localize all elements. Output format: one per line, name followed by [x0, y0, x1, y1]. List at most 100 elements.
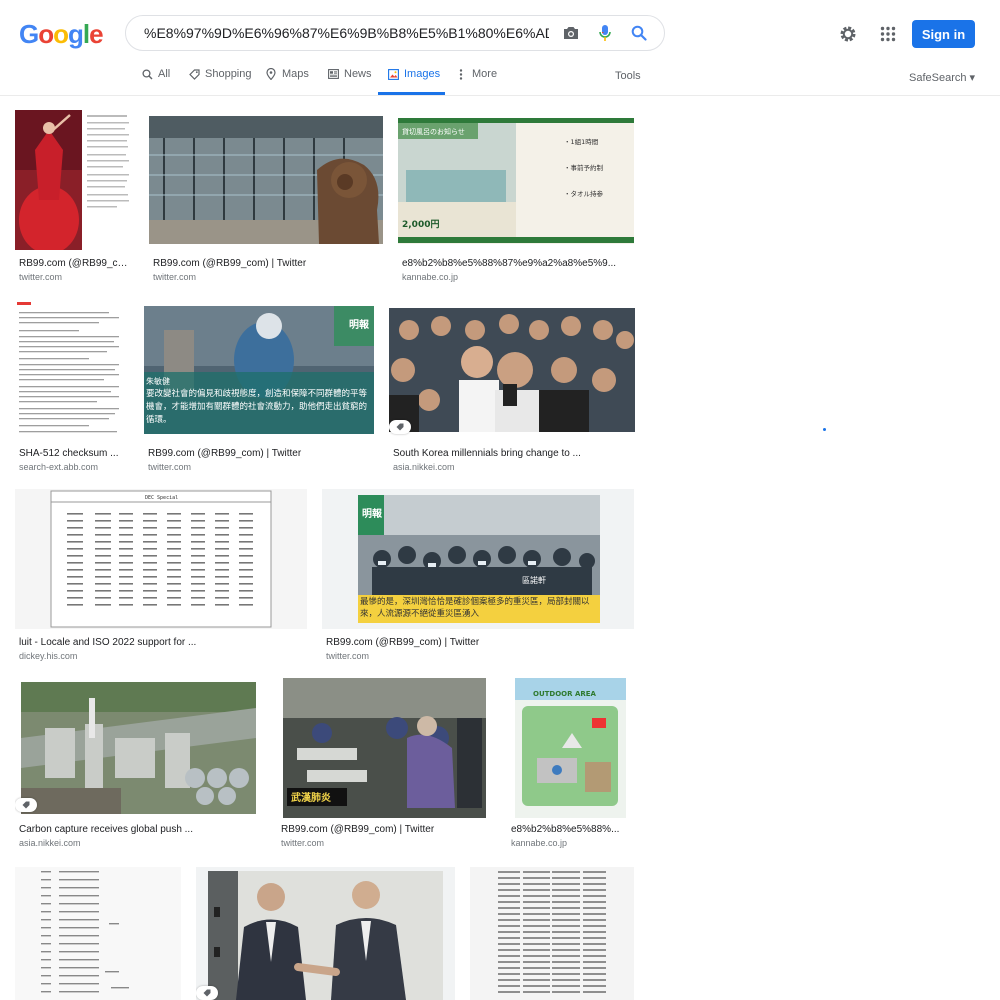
- tag-icon: [396, 423, 404, 431]
- result-title[interactable]: Carbon capture receives global push ...: [19, 824, 258, 835]
- result-title[interactable]: RB99.com (@RB99_com) | Twitter: [281, 824, 488, 835]
- result-thumbnail[interactable]: [149, 110, 383, 250]
- result-thumbnail[interactable]: 武漢肺炎: [277, 678, 492, 818]
- image-result-card[interactable]: SHA-512 checksum ... search-ext.abb.com: [15, 300, 129, 472]
- result-thumbnail[interactable]: [15, 678, 262, 818]
- result-thumbnail[interactable]: OUTDOOR AREA: [507, 678, 634, 818]
- result-thumbnail[interactable]: [15, 867, 181, 1000]
- image-result-card[interactable]: DEC Special luit - Locale and ISO 2022 s…: [15, 489, 307, 661]
- image-result-card[interactable]: South Korea millennials bring change to …: [389, 300, 635, 472]
- tag-badge: [389, 420, 411, 434]
- image-result-card[interactable]: [196, 867, 455, 1000]
- result-domain: twitter.com: [19, 272, 63, 282]
- tab-images[interactable]: Images: [378, 68, 445, 95]
- result-thumbnail[interactable]: [15, 300, 129, 440]
- bath-heading: 貸切風呂のお知らせ: [402, 127, 465, 136]
- result-domain: twitter.com: [281, 838, 325, 848]
- search-bar: [125, 15, 665, 51]
- search-tabs: All Shopping Maps News Images More Tools…: [0, 60, 1000, 96]
- settings-gear-icon[interactable]: [836, 22, 860, 46]
- tab-shopping-label: Shopping: [205, 68, 252, 80]
- result-thumbnail[interactable]: [470, 867, 634, 1000]
- result-domain: kannabe.co.jp: [402, 272, 459, 282]
- result-title[interactable]: SHA-512 checksum ...: [19, 448, 125, 459]
- image-result-card[interactable]: 武漢肺炎 RB99.com (@RB99_com) | Twitter twit…: [277, 678, 492, 850]
- image-result-card[interactable]: RB99.com (@RB99_com) | Twitter twitter.c…: [15, 110, 133, 282]
- newspaper-icon: [327, 68, 339, 80]
- tab-news[interactable]: News: [327, 68, 372, 95]
- map-pin-icon: [265, 68, 277, 80]
- result-domain: twitter.com: [148, 462, 192, 472]
- result-title[interactable]: RB99.com (@RB99_com) | Twitter: [19, 258, 129, 269]
- price-text: 2,000円: [402, 219, 439, 230]
- result-domain: kannabe.co.jp: [511, 838, 568, 848]
- tag-badge: [196, 986, 218, 1000]
- logo-letter: G: [19, 19, 39, 49]
- image-result-card[interactable]: RB99.com (@RB99_com) | Twitter twitter.c…: [149, 110, 383, 282]
- image-result-card[interactable]: 明報 區諾軒 最慘的是，深圳灣恰恰是確診個案極多的重災區，局部封關以來，人流源源…: [322, 489, 634, 661]
- loading-dot: [823, 428, 826, 431]
- caption-text: 武漢肺炎: [291, 791, 331, 804]
- google-logo[interactable]: Google: [19, 19, 104, 50]
- sign-in-button[interactable]: Sign in: [912, 20, 975, 48]
- search-icon[interactable]: [625, 19, 653, 47]
- result-thumbnail[interactable]: [15, 110, 133, 250]
- tab-maps[interactable]: Maps: [265, 68, 309, 95]
- image-icon: [387, 68, 399, 80]
- vertical-dots-icon: [455, 68, 467, 80]
- result-thumbnail[interactable]: [389, 300, 635, 440]
- map-heading: OUTDOOR AREA: [533, 690, 597, 698]
- camera-icon[interactable]: [557, 19, 585, 47]
- tools-button[interactable]: Tools: [615, 70, 641, 82]
- tab-news-label: News: [344, 68, 372, 80]
- logo-letter: g: [68, 19, 84, 49]
- tab-more-label: More: [472, 68, 498, 80]
- tag-icon: [203, 989, 211, 997]
- result-thumbnail[interactable]: DEC Special: [15, 489, 307, 629]
- result-domain: twitter.com: [326, 651, 370, 661]
- tab-shopping[interactable]: Shopping: [188, 68, 252, 95]
- result-title[interactable]: RB99.com (@RB99_com) | Twitter: [148, 448, 370, 459]
- search-input[interactable]: [142, 24, 551, 42]
- bath-line: ・1組1時間: [564, 137, 598, 146]
- result-title[interactable]: e8%b2%b8%e5%88%...: [511, 824, 630, 835]
- result-thumbnail[interactable]: [196, 867, 455, 1000]
- image-result-card[interactable]: 貸切風呂のお知らせ 2,000円 ・1組1時間 ・事前予約制 ・タオル持参 e8…: [398, 110, 634, 282]
- bath-line: ・事前予約制: [564, 163, 604, 172]
- image-result-card[interactable]: OUTDOOR AREA e8%b2%b8%e5%88%... kannabe.…: [507, 678, 634, 850]
- bath-line: ・タオル持参: [564, 189, 604, 198]
- logo-letter: o: [53, 19, 69, 49]
- image-result-card[interactable]: [470, 867, 634, 1000]
- speaker-name: 區諾軒: [522, 575, 546, 585]
- image-result-card[interactable]: 明報 朱敏健 要改變社會的偏見和歧視態度，創造和保障不同群體的平等機會，才能增加…: [144, 300, 374, 472]
- tag-badge: [15, 798, 37, 812]
- tab-all[interactable]: All: [141, 68, 170, 95]
- image-result-card[interactable]: Carbon capture receives global push ... …: [15, 678, 262, 850]
- apps-grid-icon[interactable]: [876, 22, 900, 46]
- result-thumbnail[interactable]: 貸切風呂のお知らせ 2,000円 ・1組1時間 ・事前予約制 ・タオル持参: [398, 110, 634, 250]
- safesearch-menu[interactable]: SafeSearch ▾: [909, 71, 975, 84]
- ming-pao-label: 明報: [362, 507, 383, 520]
- result-title[interactable]: RB99.com (@RB99_com) | Twitter: [153, 258, 379, 269]
- microphone-icon[interactable]: [591, 19, 619, 47]
- tab-maps-label: Maps: [282, 68, 309, 80]
- tab-all-label: All: [158, 68, 171, 80]
- result-title[interactable]: RB99.com (@RB99_com) | Twitter: [326, 637, 630, 648]
- table-title: DEC Special: [145, 495, 178, 501]
- result-domain: asia.nikkei.com: [393, 462, 455, 472]
- result-thumbnail[interactable]: 明報 朱敏健 要改變社會的偏見和歧視態度，創造和保障不同群體的平等機會，才能增加…: [144, 300, 374, 440]
- result-title[interactable]: luit - Locale and ISO 2022 support for .…: [19, 637, 303, 648]
- logo-letter: o: [38, 19, 54, 49]
- logo-letter: e: [89, 19, 104, 49]
- image-result-card[interactable]: [15, 867, 181, 1000]
- speaker-name: 朱敏健: [146, 376, 170, 386]
- tab-images-label: Images: [404, 68, 441, 80]
- result-domain: dickey.his.com: [19, 651, 78, 661]
- result-domain: search-ext.abb.com: [19, 462, 99, 472]
- search-icon: [141, 68, 153, 80]
- result-thumbnail[interactable]: 明報 區諾軒 最慘的是，深圳灣恰恰是確診個案極多的重災區，局部封關以來，人流源源…: [322, 489, 634, 629]
- result-title[interactable]: e8%b2%b8%e5%88%87%e9%a2%a8%e5%9...: [402, 258, 630, 269]
- tag-icon: [22, 801, 30, 809]
- result-title[interactable]: South Korea millennials bring change to …: [393, 448, 631, 459]
- tab-more[interactable]: More: [455, 68, 497, 95]
